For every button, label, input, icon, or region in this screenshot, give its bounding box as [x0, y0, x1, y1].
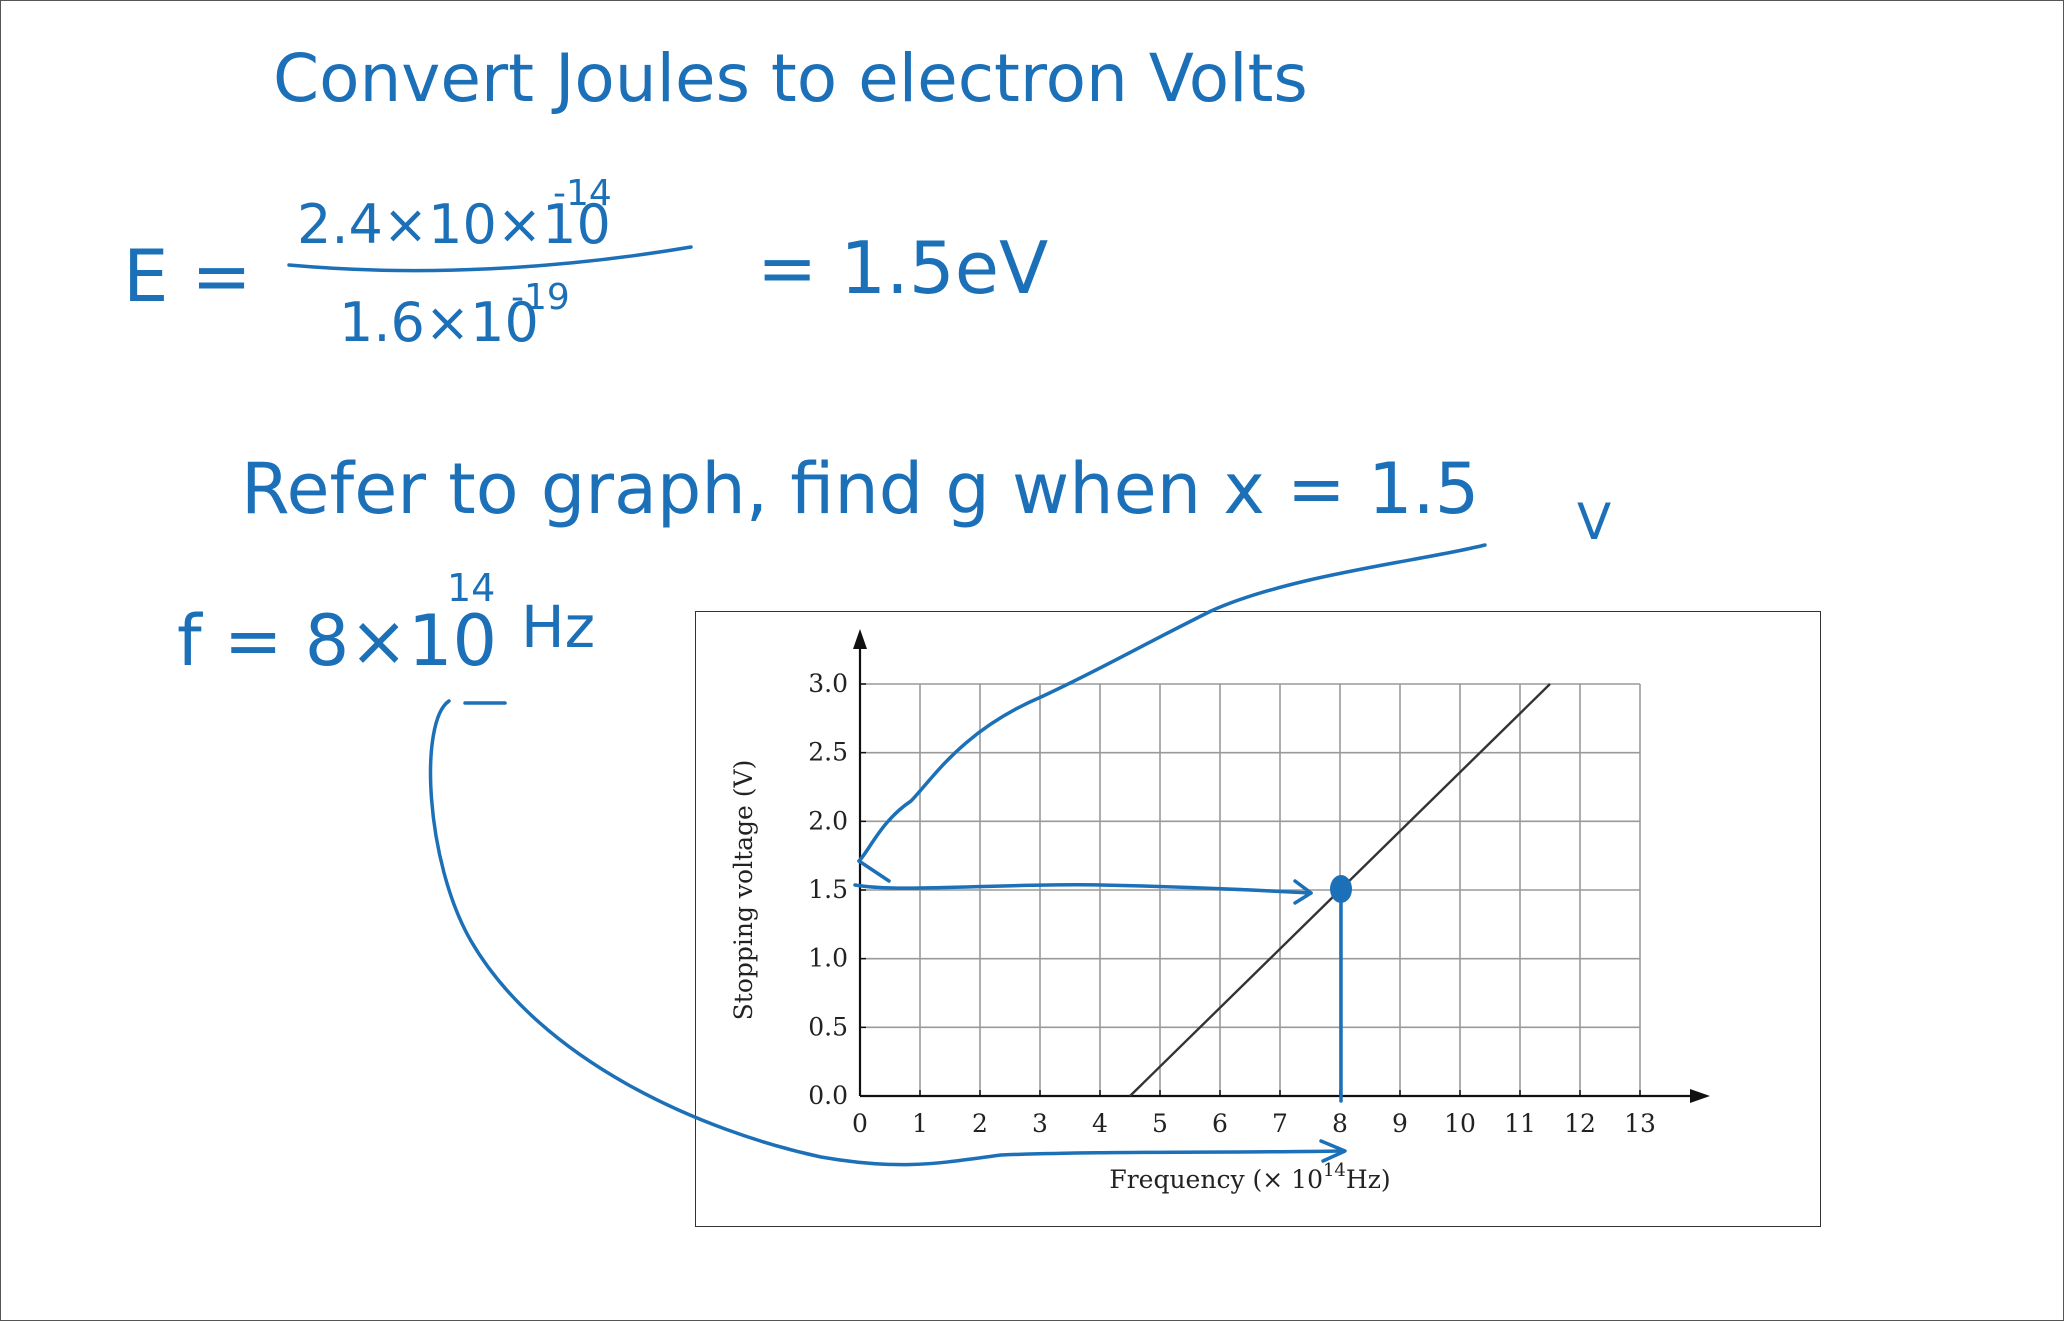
return-curve	[428, 699, 1343, 1167]
annotation-layer	[428, 543, 1487, 1167]
horizontal-trace-to-line	[853, 883, 1313, 895]
whiteboard-canvas: Convert Joules to electron Volts E = 2.4…	[0, 0, 2064, 1321]
pointer-tick	[857, 859, 891, 883]
pointer-curve-to-axis	[857, 543, 1487, 863]
